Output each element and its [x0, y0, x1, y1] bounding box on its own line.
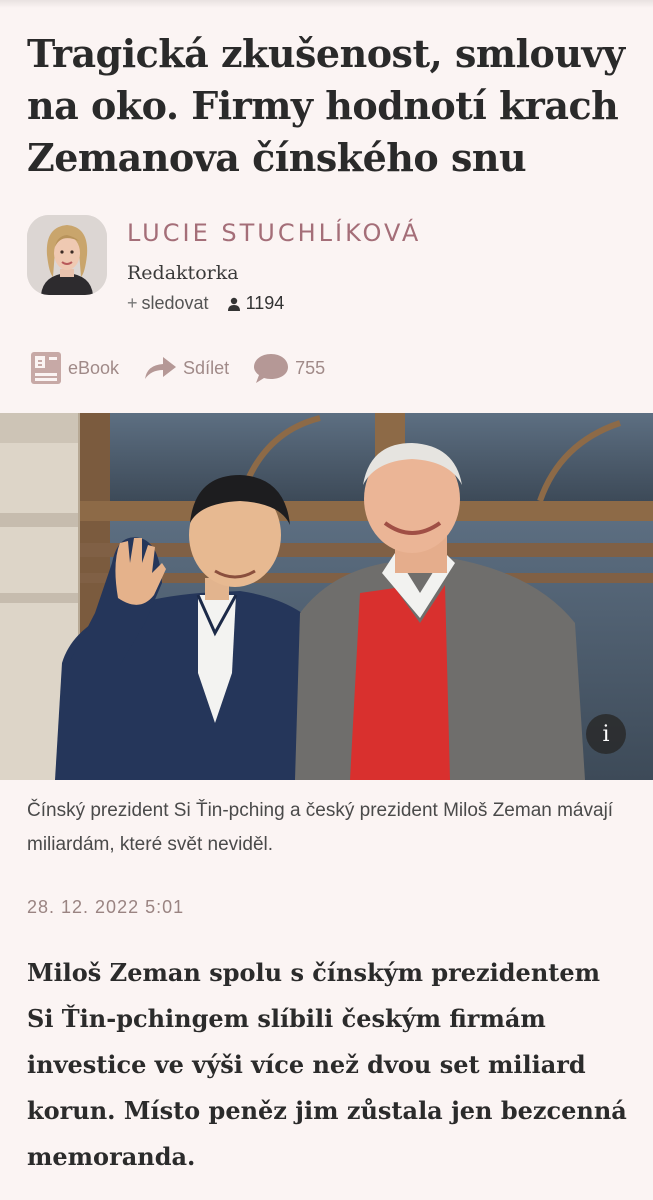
author-avatar[interactable]: [27, 215, 107, 295]
article-photo[interactable]: [0, 413, 653, 780]
article-headline: Tragická zkušenost, smlouvy na oko. Firm…: [27, 31, 625, 180]
ebook-label: eBook: [68, 357, 120, 378]
ebook-button[interactable]: eBook: [30, 351, 119, 385]
photo-caption: Čínský prezident Si Ťin-pching a český p…: [27, 800, 614, 855]
plus-icon: +: [127, 293, 138, 313]
follow-row: + sledovat 1194: [127, 293, 284, 314]
follow-button[interactable]: + sledovat: [127, 293, 209, 314]
ebook-icon: [31, 352, 61, 384]
person-icon: [227, 297, 240, 311]
share-button[interactable]: Sdílet: [143, 355, 229, 381]
comments-count: 755: [295, 357, 326, 378]
share-label: Sdílet: [183, 357, 230, 378]
article-actions: eBook Sdílet 755: [30, 350, 349, 386]
comment-bubble-icon: [254, 354, 289, 383]
author-block: Lucie Stuchlíková Redaktorka + sledovat 1…: [27, 215, 627, 313]
author-name[interactable]: Lucie Stuchlíková: [127, 219, 421, 247]
followers-count: 1194: [227, 293, 285, 314]
info-icon: i: [602, 721, 610, 747]
photo-info-button[interactable]: i: [586, 714, 626, 754]
author-role: Redaktorka: [127, 262, 239, 284]
comments-button[interactable]: 755: [253, 352, 325, 384]
share-arrow-icon: [145, 357, 177, 379]
top-divider: [0, 0, 653, 8]
publish-date: 28. 12. 2022 5:01: [27, 897, 185, 917]
follow-label: sledovat: [141, 293, 209, 313]
article-perex: Miloš Zeman spolu s čínským prezidentem …: [27, 958, 627, 1171]
followers-count-value: 1194: [245, 293, 285, 313]
